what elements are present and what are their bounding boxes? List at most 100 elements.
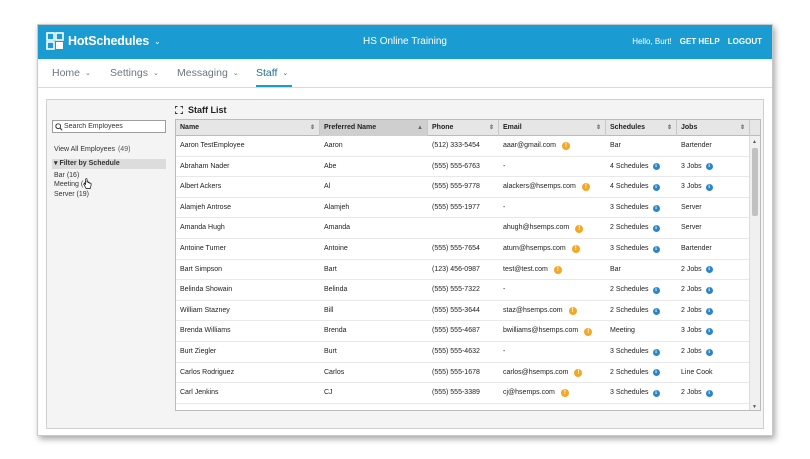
cell-preferred: Belinda (320, 280, 428, 301)
column-header-phone[interactable]: Phone ⇕ (428, 120, 499, 136)
column-header-schedules[interactable]: Schedules ⇕ (606, 120, 677, 136)
expand-icon[interactable] (175, 106, 183, 114)
warning-icon[interactable]: ! (574, 368, 583, 377)
staff-list-title: Staff List (175, 105, 227, 115)
info-icon[interactable]: i (652, 307, 660, 315)
chevron-down-icon: ⌄ (152, 70, 159, 77)
warning-icon[interactable]: ! (571, 245, 580, 254)
cell-preferred-text: Bill (324, 306, 334, 314)
cell-name-text: Albert Ackers (180, 183, 222, 191)
cell-phone-text: (555) 555-7654 (432, 244, 480, 252)
info-icon[interactable]: i (705, 307, 713, 315)
table-row[interactable]: Abraham Nader Abe (555) 555-6763 - 4 Schedul… (176, 157, 750, 178)
filter-by-schedule-header[interactable]: ▾ Filter by Schedule (52, 159, 166, 169)
cell-schedules: 2 Schedules i (606, 301, 677, 322)
cell-phone: (555) 555-6763 (428, 157, 499, 178)
cell-preferred: Al (320, 177, 428, 198)
table-row[interactable]: Bart Simpson Bart (123) 456-0987 test@test.… (176, 260, 750, 281)
info-icon[interactable]: i (652, 348, 660, 356)
cell-email-text: aturn@hsemps.com (503, 244, 566, 252)
info-icon[interactable]: i (652, 389, 660, 397)
info-icon[interactable]: i (652, 225, 660, 233)
info-icon[interactable]: i (652, 204, 660, 212)
info-icon[interactable]: i (652, 286, 660, 294)
table-row[interactable]: Carl Jenkins CJ (555) 555-3389 cj@hsemps.co… (176, 383, 750, 404)
info-icon[interactable]: i (652, 183, 660, 191)
filter-item-bar[interactable]: Bar (16) (54, 172, 79, 179)
cell-phone-text: (555) 555-6763 (432, 162, 480, 170)
cell-name: Antoine Turner (176, 239, 320, 260)
table-row[interactable]: Brenda Williams Brenda (555) 555-4687 bwill… (176, 321, 750, 342)
table-scrollbar[interactable]: ▲ ▼ (749, 136, 760, 410)
info-icon[interactable]: i (705, 163, 713, 171)
info-icon[interactable]: i (705, 348, 713, 356)
table-row[interactable]: Belinda Showain Belinda (555) 555-7322 - 2 S… (176, 280, 750, 301)
warning-icon[interactable]: ! (568, 307, 577, 316)
staff-list-title-text: Staff List (188, 105, 227, 115)
cell-email: test@test.com! (499, 260, 606, 281)
cell-schedules-text: Meeting (610, 327, 635, 335)
cell-preferred: Alamjeh (320, 198, 428, 219)
cell-jobs-text: 2 Jobs (681, 286, 702, 294)
table-row[interactable]: Antoine Turner Antoine (555) 555-7654 aturn… (176, 239, 750, 260)
cell-schedules-text: 4 Schedules (610, 162, 649, 170)
column-header-name[interactable]: Name ⇕ (176, 120, 320, 136)
column-header-email-label: Email (503, 124, 522, 131)
table-row[interactable]: Alamjeh Antrose Alamjeh (555) 555-1977 - 3 S… (176, 198, 750, 219)
info-icon[interactable]: i (705, 286, 713, 294)
info-icon[interactable]: i (652, 369, 660, 377)
info-icon[interactable]: i (705, 328, 713, 336)
cell-phone-text: (555) 555-4632 (432, 347, 480, 355)
view-all-employees-link[interactable]: View All Employees (49) (54, 146, 130, 153)
cell-phone-text: (555) 555-7322 (432, 286, 480, 294)
cell-email-text: alackers@hsemps.com (503, 183, 576, 191)
scroll-thumb[interactable] (752, 148, 758, 216)
table-row[interactable]: William Stazney Bill (555) 555-3644 staz@hs… (176, 301, 750, 322)
cell-schedules-text: 3 Schedules (610, 203, 649, 211)
cell-preferred: Antoine (320, 239, 428, 260)
cell-jobs: 3 Jobs i (677, 157, 750, 178)
cell-email: - (499, 342, 606, 363)
column-header-preferred-name[interactable]: Preferred Name ▲ (320, 120, 428, 136)
table-row[interactable]: Aaron TestEmployee Aaron (512) 333-5454 aaa… (176, 136, 750, 157)
column-header-jobs[interactable]: Jobs ⇕ (677, 120, 750, 136)
table-row[interactable]: Albert Ackers Al (555) 555-9778 alackers@hs… (176, 177, 750, 198)
info-icon[interactable]: i (652, 245, 660, 253)
warning-icon[interactable]: ! (584, 327, 593, 336)
warning-icon[interactable]: ! (562, 142, 571, 151)
cell-name: Albert Ackers (176, 177, 320, 198)
cell-preferred-text: Aaron (324, 142, 343, 149)
logout-link[interactable]: LOGOUT (728, 37, 762, 46)
cell-schedules: 3 Schedules i (606, 198, 677, 219)
cell-jobs: 2 Jobs i (677, 280, 750, 301)
info-icon[interactable]: i (705, 183, 713, 191)
cell-name: Amanda Hugh (176, 218, 320, 239)
table-row[interactable]: Burt Ziegler Burt (555) 555-4632 - 3 Schedul… (176, 342, 750, 363)
cell-name: Burt Ziegler (176, 342, 320, 363)
warning-icon[interactable]: ! (581, 183, 590, 192)
info-icon[interactable]: i (705, 389, 713, 397)
nav-settings[interactable]: Settings ⌄ (110, 67, 159, 79)
nav-staff[interactable]: Staff ⌄ (256, 67, 288, 79)
cell-preferred-text: Amanda (324, 224, 351, 232)
column-header-email[interactable]: Email ⇕ (499, 120, 606, 136)
cell-email: aaar@gmail.com! (499, 136, 606, 157)
info-icon[interactable]: i (652, 163, 660, 171)
warning-icon[interactable]: ! (575, 224, 584, 233)
warning-icon[interactable]: ! (553, 265, 562, 274)
scroll-up-icon[interactable]: ▲ (752, 139, 757, 145)
filter-item-server[interactable]: Server (19) (54, 191, 89, 198)
table-row[interactable]: Carlos Rodriguez Carlos (555) 555-1678 carl… (176, 363, 750, 384)
scroll-down-icon[interactable]: ▼ (752, 404, 757, 410)
cell-jobs-text: Line Cook (681, 368, 713, 376)
search-box[interactable] (52, 120, 166, 133)
nav-messaging[interactable]: Messaging ⌄ (177, 67, 239, 79)
get-help-link[interactable]: GET HELP (680, 37, 720, 46)
info-icon[interactable]: i (705, 266, 713, 274)
chevron-down-icon: ⌄ (85, 70, 91, 77)
nav-home[interactable]: Home ⌄ (52, 67, 91, 79)
cell-email-text: cj@hsemps.com (503, 389, 555, 397)
table-row[interactable]: Amanda Hugh Amanda ahugh@hsemps.com! 2 Sche… (176, 218, 750, 239)
search-input[interactable] (64, 123, 164, 130)
warning-icon[interactable]: ! (560, 389, 569, 398)
